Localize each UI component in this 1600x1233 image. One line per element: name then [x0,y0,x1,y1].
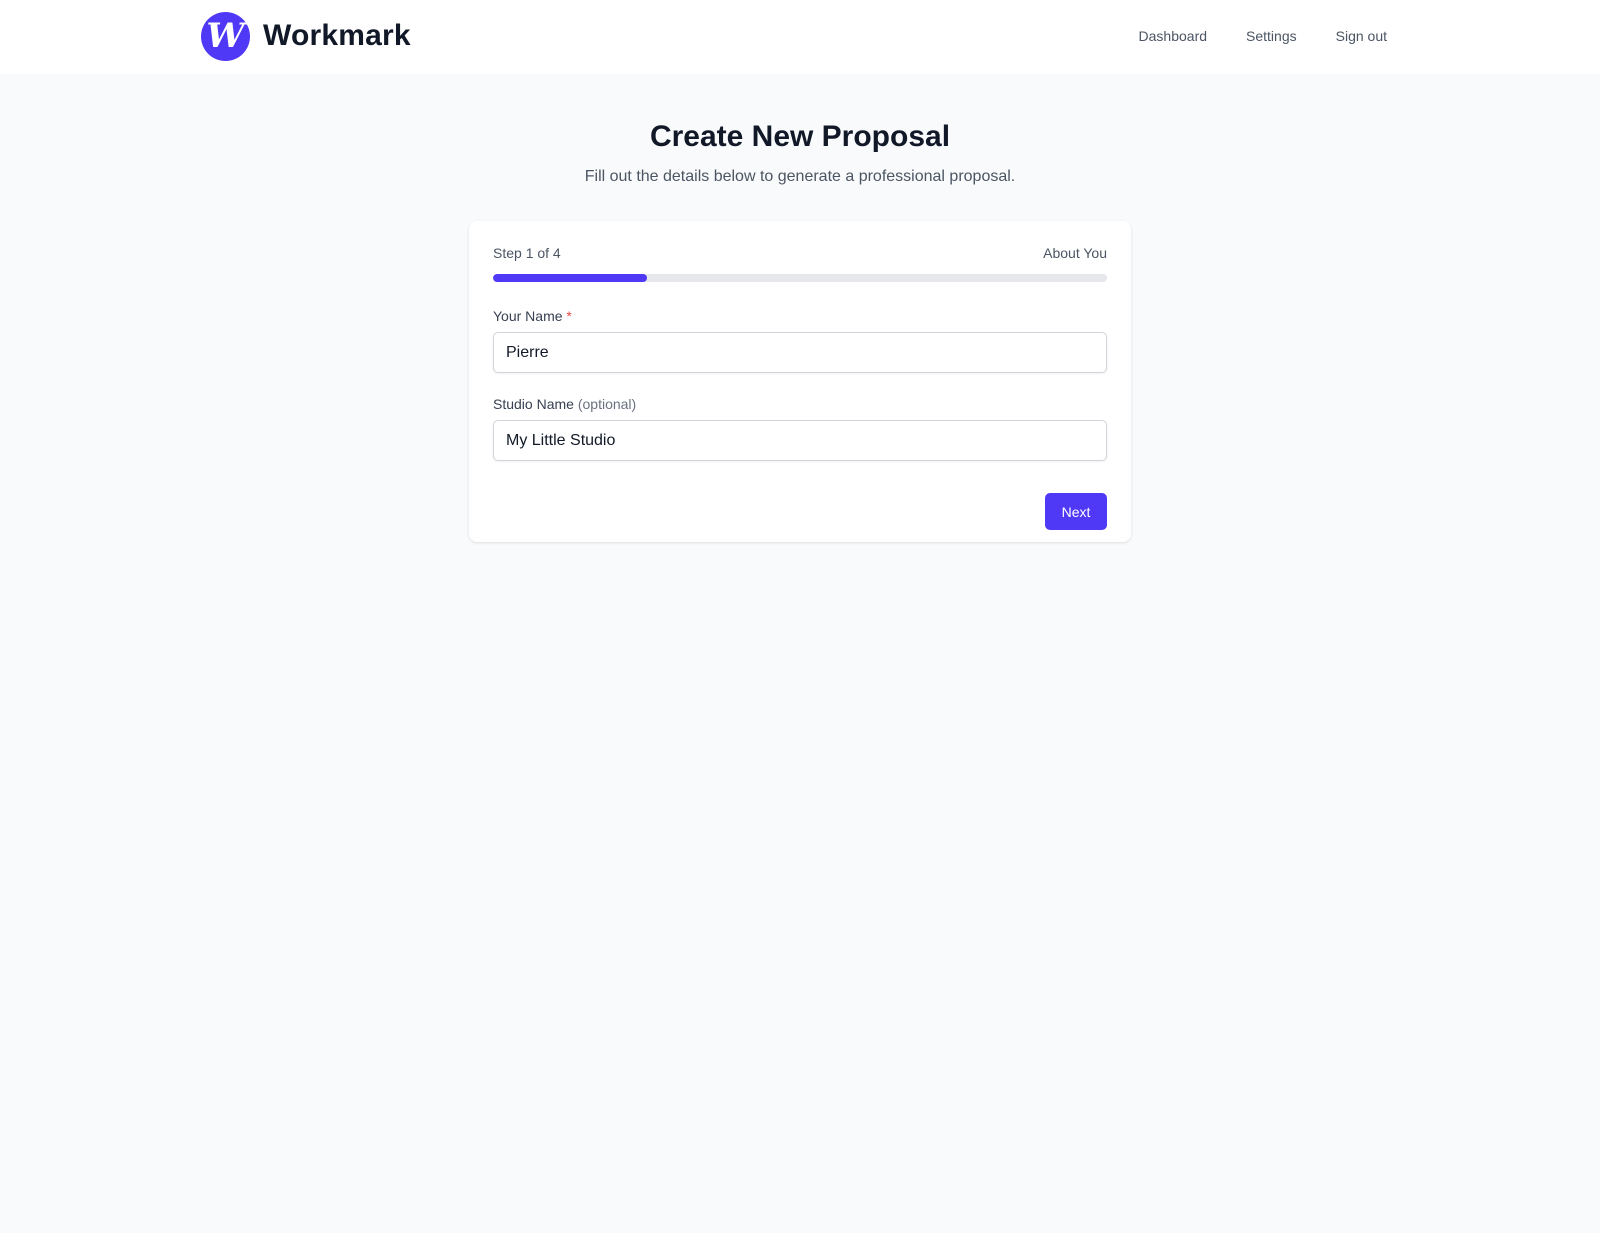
workmark-logo-icon: W [201,11,250,61]
main-nav: Dashboard Settings Sign out [1100,0,1387,72]
page-title: Create New Proposal [649,120,951,153]
brand-name: Workmark [263,19,411,52]
page-subtitle: Fill out the details below to generate a… [584,168,1016,185]
proposal-wizard-card: Step 1 of 4 About You Your Name * Studio… [469,221,1131,542]
top-navigation-bar: W Workmark Dashboard Settings Sign out [0,0,1600,74]
optional-note: (optional) [577,396,637,412]
step-indicator: Step 1 of 4 About You [493,245,1107,263]
your-name-input[interactable] [493,332,1107,373]
studio-name-label-text: Studio Name [493,396,574,412]
step-counter: Step 1 of 4 [493,245,561,261]
progress-bar-fill [493,274,647,282]
nav-link-sign-out[interactable]: Sign out [1336,28,1387,44]
nav-link-settings[interactable]: Settings [1246,28,1297,44]
your-name-label-text: Your Name [493,308,563,324]
your-name-label: Your Name * [493,308,1107,326]
next-button[interactable]: Next [1045,493,1107,530]
brand[interactable]: W Workmark [201,11,411,61]
wizard-actions: Next [493,493,1107,530]
studio-name-input[interactable] [493,420,1107,461]
nav-link-dashboard[interactable]: Dashboard [1139,28,1208,44]
step-name: About You [1043,245,1107,261]
progress-bar [493,274,1107,282]
studio-name-label: Studio Name (optional) [493,396,1107,414]
required-marker: * [566,308,572,324]
